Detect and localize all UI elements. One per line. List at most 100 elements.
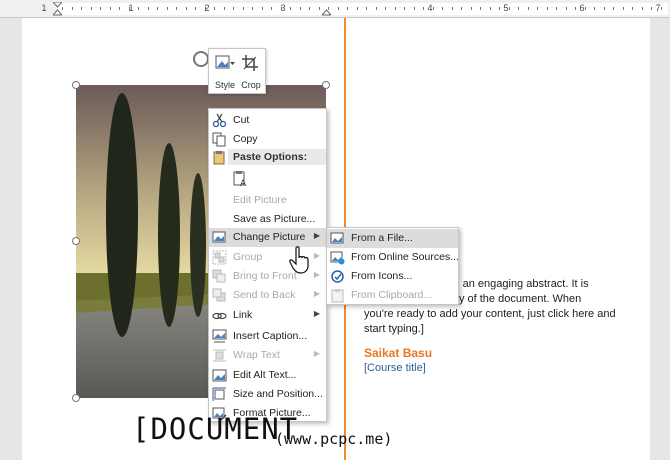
submenu-item-label: From Clipboard... — [351, 289, 433, 301]
submenu-arrow-icon: ▶ — [313, 270, 320, 279]
menu-item-link[interactable]: Link ▶ — [209, 306, 326, 325]
ruler-tick — [442, 7, 443, 10]
paste-options-label: Paste Options: — [233, 151, 308, 163]
submenu-item-from-icons[interactable]: From Icons... — [327, 267, 458, 286]
ruler-tick — [404, 7, 405, 10]
submenu-item-from-file[interactable]: From a File... — [327, 229, 458, 248]
size-position-icon — [212, 387, 226, 401]
resize-handle[interactable] — [72, 81, 80, 89]
page-gutter — [650, 18, 670, 460]
abstract-line[interactable]: mary of the document. When — [440, 292, 630, 308]
submenu-item-label: From Icons... — [351, 270, 413, 282]
submenu-item-label: From a File... — [351, 232, 413, 244]
ruler-tick — [632, 7, 633, 10]
ruler-tick — [319, 7, 320, 10]
ruler-tick — [623, 7, 624, 10]
ruler-tick — [585, 7, 586, 10]
abstract-line[interactable]: you're ready to add your content, just c… — [364, 307, 624, 323]
ruler-tick — [509, 7, 510, 10]
resize-handle[interactable] — [322, 81, 330, 89]
ruler-tick — [613, 7, 614, 10]
ruler-tick — [338, 7, 339, 10]
from-file-icon — [330, 232, 344, 244]
menu-item-copy[interactable]: Copy — [209, 130, 326, 149]
change-picture-icon — [212, 231, 226, 243]
menu-item-label: Insert Caption... — [233, 330, 308, 342]
ruler-tick — [110, 7, 111, 10]
menu-item-send-to-back[interactable]: Send to Back ▶ — [209, 286, 326, 305]
ruler-tick — [471, 7, 472, 10]
submenu-item-label: From Online Sources... — [351, 251, 459, 263]
paste-options-header: Paste Options: — [228, 149, 326, 165]
abstract-line[interactable]: with an engaging abstract. It is — [440, 277, 630, 293]
ruler-tick — [347, 7, 348, 10]
ruler-tick — [395, 7, 396, 10]
ruler-tick — [290, 7, 291, 10]
menu-item-label: Change Picture — [233, 231, 306, 243]
ruler-tick — [452, 7, 453, 10]
crop-icon — [242, 55, 258, 71]
ruler-tick — [385, 7, 386, 10]
ruler-tick — [423, 7, 424, 10]
rotate-handle[interactable] — [193, 51, 209, 67]
style-button[interactable]: Style — [212, 52, 238, 92]
menu-item-wrap-text[interactable]: Wrap Text ▶ — [209, 346, 326, 365]
ruler-tick — [328, 7, 329, 10]
left-indent-marker[interactable] — [53, 2, 62, 16]
menu-item-size-and-position[interactable]: Size and Position... — [209, 385, 326, 404]
ruler-number: 1 — [41, 3, 47, 13]
resize-handle[interactable] — [72, 394, 80, 402]
clipboard-icon — [331, 289, 344, 303]
menu-item-insert-caption[interactable]: Insert Caption... — [209, 327, 326, 346]
copy-icon — [212, 132, 226, 147]
wrap-text-icon — [213, 349, 226, 362]
submenu-arrow-icon: ▶ — [313, 309, 320, 318]
submenu-item-from-clipboard[interactable]: From Clipboard... — [327, 286, 458, 305]
ruler-tick — [167, 7, 168, 10]
ruler-tick — [556, 7, 557, 10]
ruler-tick — [100, 7, 101, 10]
menu-item-change-picture[interactable]: Change Picture ▶ — [209, 228, 326, 247]
caption-icon — [212, 329, 227, 343]
submenu-item-from-online-sources[interactable]: From Online Sources... — [327, 248, 459, 267]
menu-item-label: Link — [233, 309, 253, 321]
ruler-tick — [129, 7, 130, 10]
menu-item-cut[interactable]: Cut — [209, 111, 326, 130]
menu-item-save-as-picture[interactable]: Save as Picture... — [209, 210, 326, 229]
course-title-placeholder[interactable]: [Course title] — [364, 362, 426, 374]
ruler-tick — [224, 7, 225, 10]
ruler-tick — [195, 7, 196, 10]
ruler-tick — [214, 7, 215, 10]
ruler-tick — [148, 7, 149, 10]
ruler-tick — [537, 7, 538, 10]
ruler-tick — [119, 7, 120, 10]
horizontal-ruler[interactable]: 1 1 2 3 4 5 6 7 — [0, 0, 670, 18]
online-sources-icon — [330, 251, 345, 265]
author-name[interactable]: Saikat Basu — [364, 346, 432, 360]
ruler-tick — [376, 7, 377, 10]
ruler-text-area — [58, 3, 668, 15]
ruler-tick — [642, 7, 643, 10]
ruler-tick — [528, 7, 529, 10]
style-label: Style — [214, 80, 235, 90]
right-indent-marker[interactable] — [322, 2, 331, 16]
menu-item-label: Bring to Front — [233, 270, 297, 282]
abstract-line[interactable]: start typing.] — [364, 322, 624, 338]
scissors-icon — [212, 113, 227, 128]
crop-button[interactable]: Crop — [238, 52, 264, 92]
menu-item-label: Copy — [233, 133, 258, 145]
ruler-tick — [91, 7, 92, 10]
ruler-tick — [661, 7, 662, 10]
paste-icon — [213, 151, 225, 165]
menu-item-label: Wrap Text — [233, 349, 280, 361]
watermark-subtext: (www.pcpc.me) — [275, 430, 393, 448]
submenu-arrow-icon: ▶ — [313, 289, 320, 298]
paste-keep-text-only-button[interactable]: A — [209, 167, 326, 191]
ruler-tick — [651, 7, 652, 10]
resize-handle[interactable] — [72, 237, 80, 245]
menu-item-edit-alt-text[interactable]: Edit Alt Text... — [209, 366, 326, 385]
ruler-tick — [157, 7, 158, 10]
menu-item-edit-picture[interactable]: Edit Picture — [209, 191, 326, 210]
ruler-tick — [176, 7, 177, 10]
ruler-number: 7 — [655, 3, 661, 13]
